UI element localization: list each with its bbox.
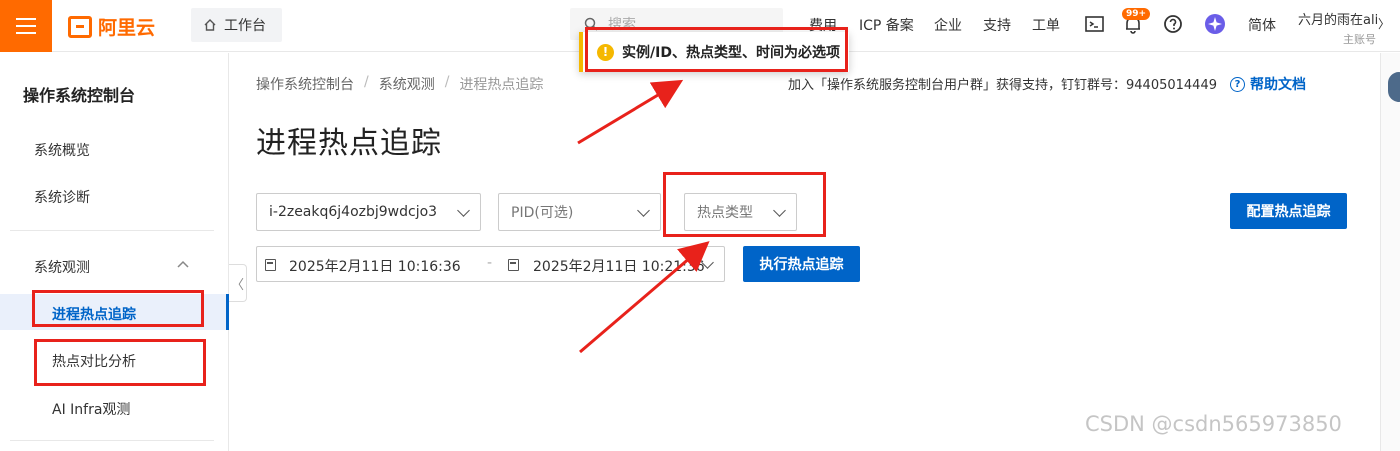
start-time[interactable]: 2025年2月11日 10:16:36	[289, 256, 461, 276]
end-time[interactable]: 2025年2月11日 10:21:36	[533, 256, 705, 276]
sidebar: 操作系统控制台 系统概览 系统诊断 系统观测 进程热点追踪 热点对比分析 AI …	[0, 53, 229, 451]
sidebar-item-ai-infra[interactable]: AI Infra观测	[52, 399, 130, 419]
calendar-icon	[265, 259, 276, 271]
help-docs-link[interactable]: ? 帮助文档	[1230, 74, 1306, 94]
breadcrumb-separator: /	[364, 74, 369, 90]
breadcrumb-current: 进程热点追踪	[459, 77, 544, 93]
workbench-label: 工作台	[224, 18, 266, 34]
brand-name: 阿里云	[98, 17, 156, 39]
nav-support[interactable]: 支持	[983, 15, 1011, 35]
assistant-avatar[interactable]	[1388, 72, 1400, 102]
breadcrumb-item[interactable]: 系统观测	[379, 74, 435, 94]
hamburger-menu-icon[interactable]	[0, 0, 52, 52]
help-docs-label: 帮助文档	[1250, 77, 1306, 93]
question-icon: ?	[1230, 76, 1245, 92]
sidebar-collapse-button[interactable]: 〈	[229, 264, 247, 302]
chevron-up-icon[interactable]	[176, 259, 190, 269]
breadcrumb-item[interactable]: 操作系统控制台	[256, 74, 354, 94]
annotation-arrow	[577, 79, 684, 145]
terminal-icon[interactable]	[1084, 13, 1106, 35]
instance-value: i-2zeakq6j4ozbj9wdcjo3	[269, 204, 438, 220]
sidebar-divider	[10, 230, 214, 231]
configure-hotspot-button[interactable]: 配置热点追踪	[1230, 193, 1347, 229]
chevron-down-icon	[637, 204, 650, 217]
watermark: CSDN @csdn565973850	[1085, 412, 1342, 436]
nav-ticket[interactable]: 工单	[1032, 15, 1060, 35]
sidebar-group-observe[interactable]: 系统观测	[34, 257, 90, 277]
support-group-text: 加入「操作系统服务控制台用户群」获得支持，钉钉群号：94405014449	[788, 78, 1217, 93]
user-name[interactable]: 六月的雨在ali	[1298, 9, 1378, 28]
chevron-left-icon: 〈	[230, 277, 244, 293]
sidebar-title: 操作系统控制台	[23, 86, 136, 105]
language-switch[interactable]: 简体	[1248, 15, 1276, 35]
page-title: 进程热点追踪	[256, 126, 442, 161]
sidebar-divider	[10, 440, 214, 441]
sidebar-item-overview[interactable]: 系统概览	[34, 140, 90, 160]
range-separator: -	[487, 255, 493, 271]
user-menu-chevron-icon[interactable]: 〉	[1378, 15, 1390, 32]
notification-badge: 99+	[1122, 8, 1151, 20]
right-toolbar	[1380, 53, 1400, 451]
breadcrumb-separator: /	[444, 74, 450, 90]
user-role: 主账号	[1343, 33, 1376, 46]
workbench-button[interactable]: 工作台	[191, 8, 282, 42]
annotation-box-hotspot-type	[663, 172, 826, 237]
aliyun-logo-icon	[68, 15, 92, 38]
annotation-box-process-hotspot	[32, 290, 204, 327]
execute-hotspot-button[interactable]: 执行热点追踪	[743, 246, 860, 282]
calendar-icon	[508, 259, 519, 271]
annotation-box-hotspot-compare	[34, 339, 206, 386]
chevron-down-icon	[457, 204, 470, 217]
nav-icp[interactable]: ICP 备案	[859, 15, 914, 35]
breadcrumb: 操作系统控制台 / 系统观测 / 进程热点追踪	[256, 74, 543, 94]
aliyun-logo[interactable]: 阿里云	[68, 13, 155, 40]
pid-select[interactable]: PID(可选)	[498, 193, 661, 231]
help-circle-icon[interactable]	[1162, 13, 1184, 35]
home-icon	[204, 19, 216, 31]
ai-assistant-icon[interactable]	[1204, 13, 1226, 35]
pid-placeholder: PID(可选)	[511, 205, 574, 221]
time-range-picker[interactable]: 2025年2月11日 10:16:36 - 2025年2月11日 10:21:3…	[256, 246, 725, 282]
sidebar-item-diagnosis[interactable]: 系统诊断	[34, 187, 90, 207]
annotation-box-tooltip	[585, 27, 848, 72]
nav-enterprise[interactable]: 企业	[934, 15, 962, 35]
instance-select[interactable]: i-2zeakq6j4ozbj9wdcjo3	[256, 193, 481, 231]
